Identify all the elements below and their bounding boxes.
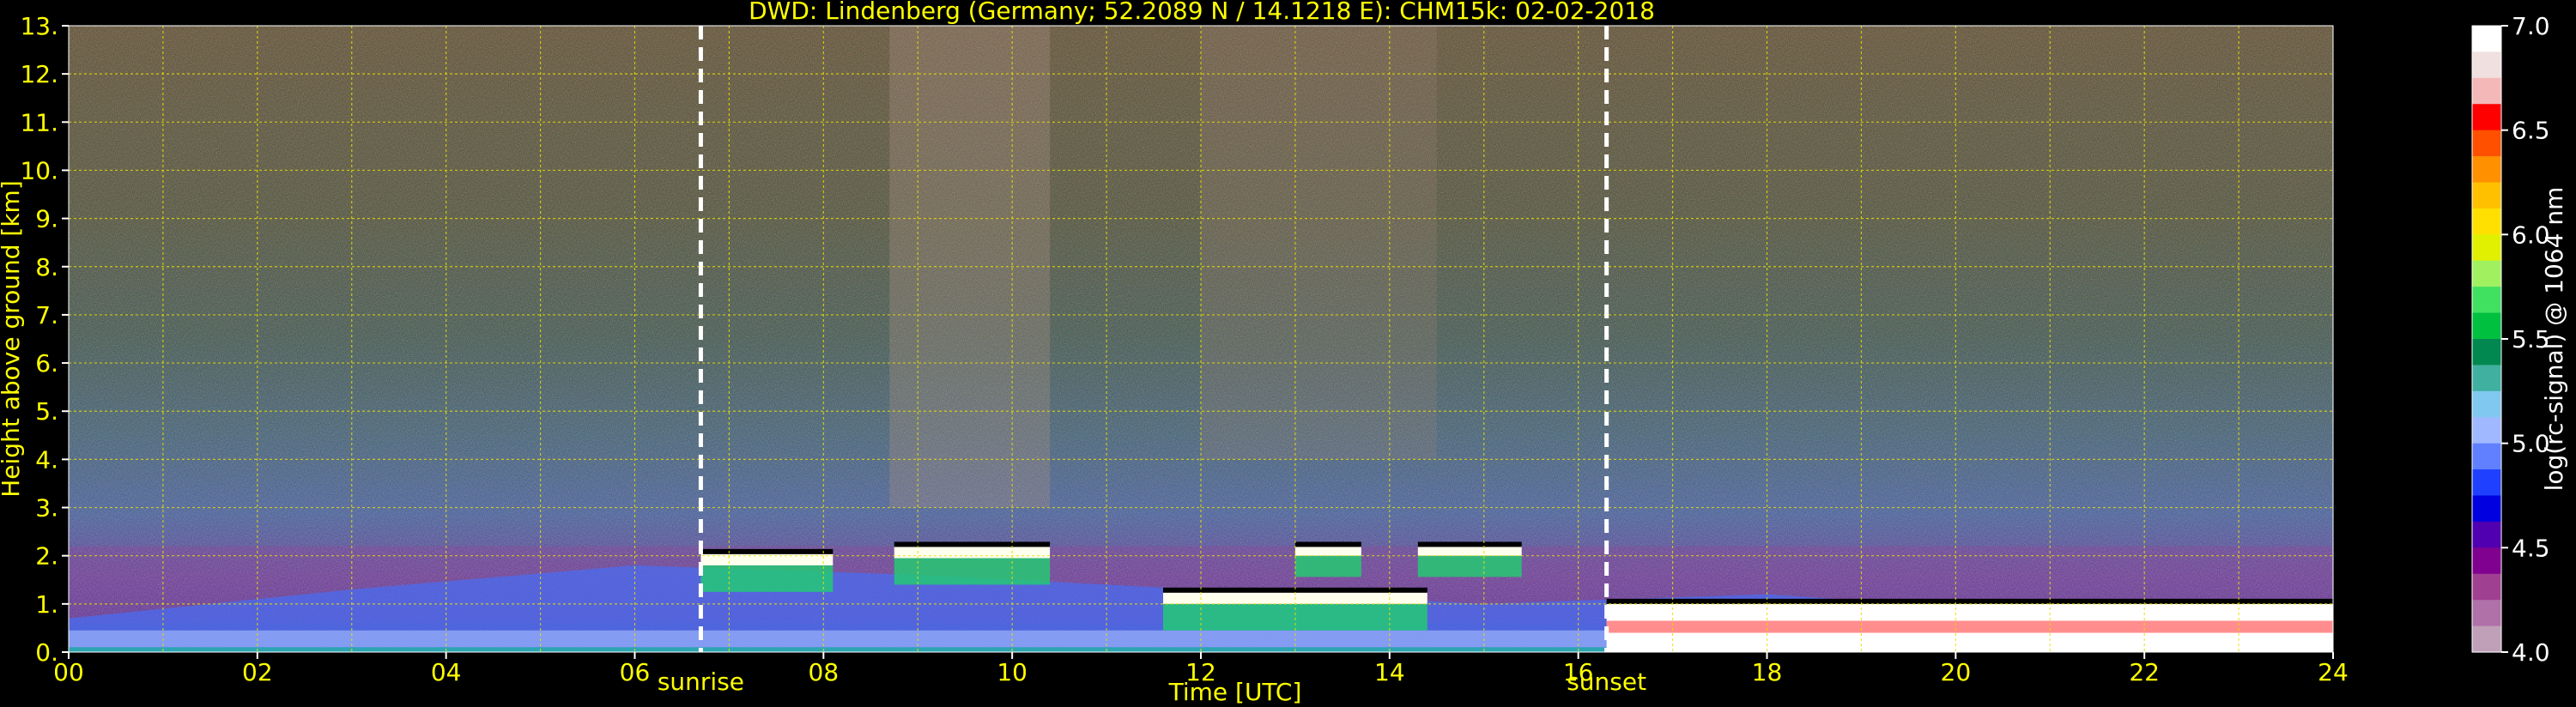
lidar-chart: DWD: Lindenberg (Germany; 52.2089 N / 14… — [0, 0, 2568, 706]
y-tick-label: 6. — [35, 349, 58, 378]
colorbar-segment — [2472, 469, 2501, 497]
colorbar-segment — [2472, 182, 2501, 209]
colorbar-segment — [2472, 339, 2501, 366]
annotation-label-sunrise: sunrise — [658, 668, 744, 696]
colorbar-segment — [2472, 443, 2501, 470]
x-tick-label: 18 — [1752, 658, 1783, 686]
annotation-labels: sunrise sunset — [658, 668, 1646, 696]
cloud-layer-top — [700, 548, 833, 554]
colorbar-segment — [2472, 495, 2501, 523]
cloud-layer-top — [1606, 598, 2333, 604]
y-tick-label: 3. — [35, 494, 58, 523]
cloud-virga — [700, 565, 833, 592]
colorbar-segment — [2472, 600, 2501, 627]
cloud-layer-top — [1294, 541, 1361, 547]
y-tick-label: 12. — [20, 60, 58, 88]
plot-area — [69, 26, 2333, 652]
colorbar-segment — [2472, 547, 2501, 575]
colorbar-tick-label: 6.5 — [2512, 117, 2550, 145]
x-tick-label: 22 — [2129, 658, 2160, 686]
colorbar-segment — [2472, 156, 2501, 184]
colorbar-segment — [2472, 521, 2501, 548]
colorbar-segment — [2472, 130, 2501, 157]
colorbar-segment — [2472, 287, 2501, 314]
colorbar-tick-label: 7.0 — [2512, 12, 2550, 40]
colorbar-tick-label: 4.0 — [2512, 638, 2550, 667]
colorbar-segment — [2472, 573, 2501, 601]
colorbar-tick-label: 4.5 — [2512, 534, 2550, 562]
colorbar-label: log(rc-signal) @ 1064 nm — [2540, 187, 2568, 492]
y-tick-label: 1. — [35, 590, 58, 619]
y-tick-label: 9. — [35, 205, 58, 233]
y-tick-label: 13. — [20, 12, 58, 40]
x-tick-label: 14 — [1374, 658, 1405, 686]
colorbar-segment — [2472, 625, 2501, 653]
x-tick-label: 04 — [431, 658, 462, 686]
colorbar-segment — [2472, 104, 2501, 131]
colorbar-segment — [2472, 51, 2501, 79]
colorbar — [2471, 25, 2502, 653]
x-tick-label: 20 — [1941, 658, 1972, 686]
y-tick-label: 4. — [35, 445, 58, 474]
x-tick-label: 08 — [809, 658, 839, 686]
y-tick-label: 8. — [35, 253, 58, 281]
chart-title: DWD: Lindenberg (Germany; 52.2089 N / 14… — [749, 0, 1655, 25]
cloud-layer-top — [1417, 541, 1522, 547]
x-tick-label: 24 — [2318, 658, 2349, 686]
colorbar-segment — [2472, 312, 2501, 340]
x-tick-label: 10 — [997, 658, 1027, 686]
colorbar-segment — [2472, 417, 2501, 444]
cloud-layer — [1417, 546, 1522, 556]
annotation-label-sunset: sunset — [1567, 668, 1646, 696]
x-tick-label: 00 — [53, 658, 84, 686]
y-tick-label: 7. — [35, 301, 58, 329]
x-tick-label: 06 — [620, 658, 651, 686]
cloud-layer — [1294, 546, 1361, 556]
y-tick-label: 5. — [35, 397, 58, 426]
cloud-virga — [1417, 555, 1522, 577]
cloud-layer-core — [1606, 620, 2333, 633]
x-axis-label: Time [UTC] — [1168, 678, 1302, 706]
y-tick-label: 2. — [35, 542, 58, 571]
cloud-virga — [1294, 555, 1361, 577]
x-tick-label: 02 — [242, 658, 273, 686]
y-tick-label: 11. — [20, 108, 58, 136]
colorbar-segment — [2472, 260, 2501, 287]
y-axis-label: Height above ground [km] — [0, 180, 25, 498]
colorbar-segment — [2472, 208, 2501, 235]
colorbar-segment — [2472, 234, 2501, 262]
y-axis-ticks: 0.1.2.3.4.5.6.7.8.9.10.11.12.13. — [20, 12, 69, 667]
colorbar-segment — [2472, 365, 2501, 392]
colorbar-segment — [2472, 26, 2501, 53]
colorbar-segment — [2472, 390, 2501, 418]
y-tick-label: 10. — [20, 156, 58, 184]
colorbar-segment — [2472, 77, 2501, 105]
cloud-layer — [700, 553, 833, 565]
